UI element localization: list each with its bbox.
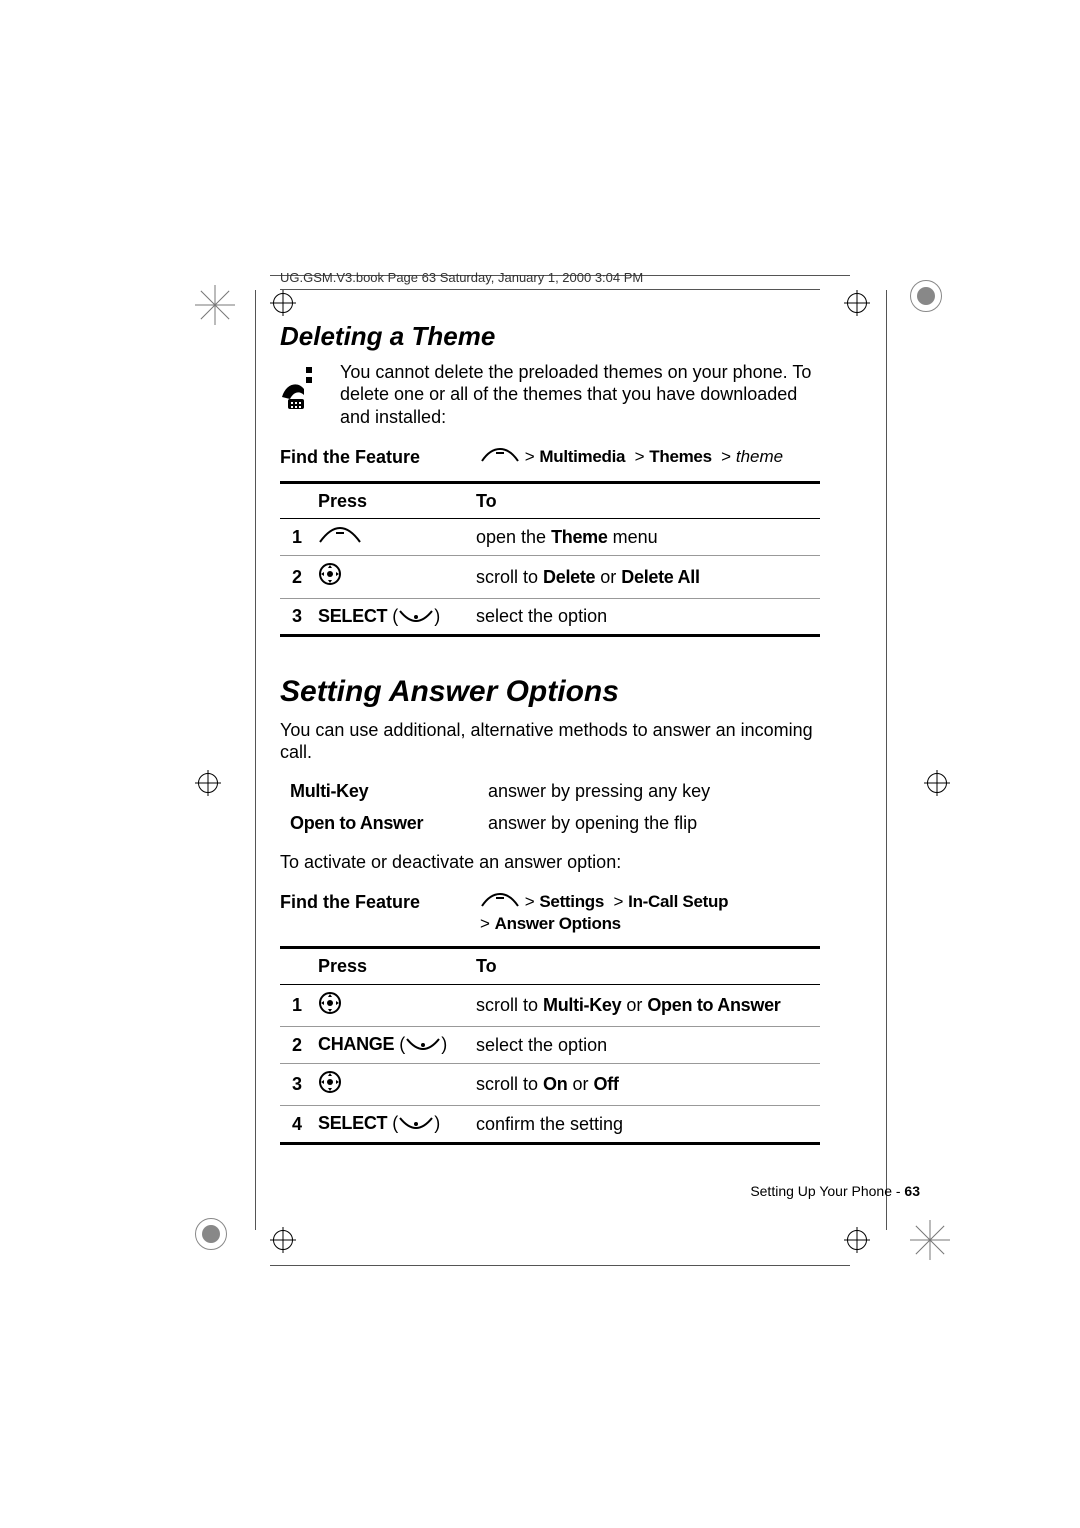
intro2: You can use additional, alternative meth…	[280, 719, 820, 764]
menu-key-icon	[480, 892, 520, 913]
row-num: 3	[280, 598, 314, 636]
nav-key-icon	[318, 562, 342, 592]
row-to: select the option	[472, 1027, 820, 1064]
activate-text: To activate or deactivate an answer opti…	[280, 851, 820, 874]
table-delete-theme: Press To 1 open the Theme menu 2	[280, 481, 820, 638]
row-num: 3	[280, 1063, 314, 1106]
nav-key-icon	[318, 991, 342, 1021]
th-press: Press	[314, 482, 472, 519]
th-to: To	[472, 482, 820, 519]
row-num: 1	[280, 984, 314, 1027]
heading-deleting-theme: Deleting a Theme	[280, 320, 820, 353]
th-to: To	[472, 948, 820, 985]
softkey-label: CHANGE	[318, 1034, 394, 1054]
find-feature-label: Find the Feature	[280, 446, 480, 469]
row-to: confirm the setting	[472, 1106, 820, 1144]
path-themes: Themes	[649, 447, 711, 466]
row-to: open the Theme menu	[472, 519, 820, 556]
path-multimedia: Multimedia	[539, 447, 625, 466]
softkey-label: SELECT	[318, 606, 387, 626]
row-num: 2	[280, 556, 314, 599]
row-to: scroll to Delete or Delete All	[472, 556, 820, 599]
intro-text: You cannot delete the preloaded themes o…	[340, 361, 820, 429]
nav-key-icon	[318, 1070, 342, 1100]
right-softkey-icon	[398, 606, 434, 629]
row-to: scroll to Multi-Key or Open to Answer	[472, 984, 820, 1027]
phone-download-icon	[280, 361, 330, 411]
table-answer-options: Press To 1 scroll to Multi-Key or Open t…	[280, 946, 820, 1145]
feature-path2: > Settings > In-Call Setup > Answer Opti…	[480, 891, 728, 934]
row-to: scroll to On or Off	[472, 1063, 820, 1106]
row-num: 2	[280, 1027, 314, 1064]
th-press: Press	[314, 948, 472, 985]
right-softkey-icon	[405, 1034, 441, 1057]
opt-desc: answer by opening the flip	[480, 808, 718, 839]
row-num: 1	[280, 519, 314, 556]
page-footer: Setting Up Your Phone - 63	[750, 1183, 920, 1201]
opt-desc: answer by pressing any key	[480, 776, 718, 807]
opt-name: Multi-Key	[290, 781, 368, 801]
find-feature-label: Find the Feature	[280, 891, 480, 914]
heading-answer-options: Setting Answer Options	[280, 673, 820, 711]
opt-name: Open to Answer	[290, 813, 423, 833]
path-theme: theme	[736, 447, 783, 466]
row-to: select the option	[472, 598, 820, 636]
menu-key-icon	[318, 526, 362, 550]
right-softkey-icon	[398, 1113, 434, 1136]
menu-key-icon	[480, 447, 520, 468]
options-list: Multi-Key answer by pressing any key Ope…	[280, 774, 720, 841]
row-num: 4	[280, 1106, 314, 1144]
feature-path: > Multimedia > Themes > theme	[480, 446, 783, 468]
cross-mr	[924, 770, 950, 796]
print-header: UG.GSM.V3.book Page 63 Saturday, January…	[280, 270, 820, 290]
softkey-label: SELECT	[318, 1113, 387, 1133]
